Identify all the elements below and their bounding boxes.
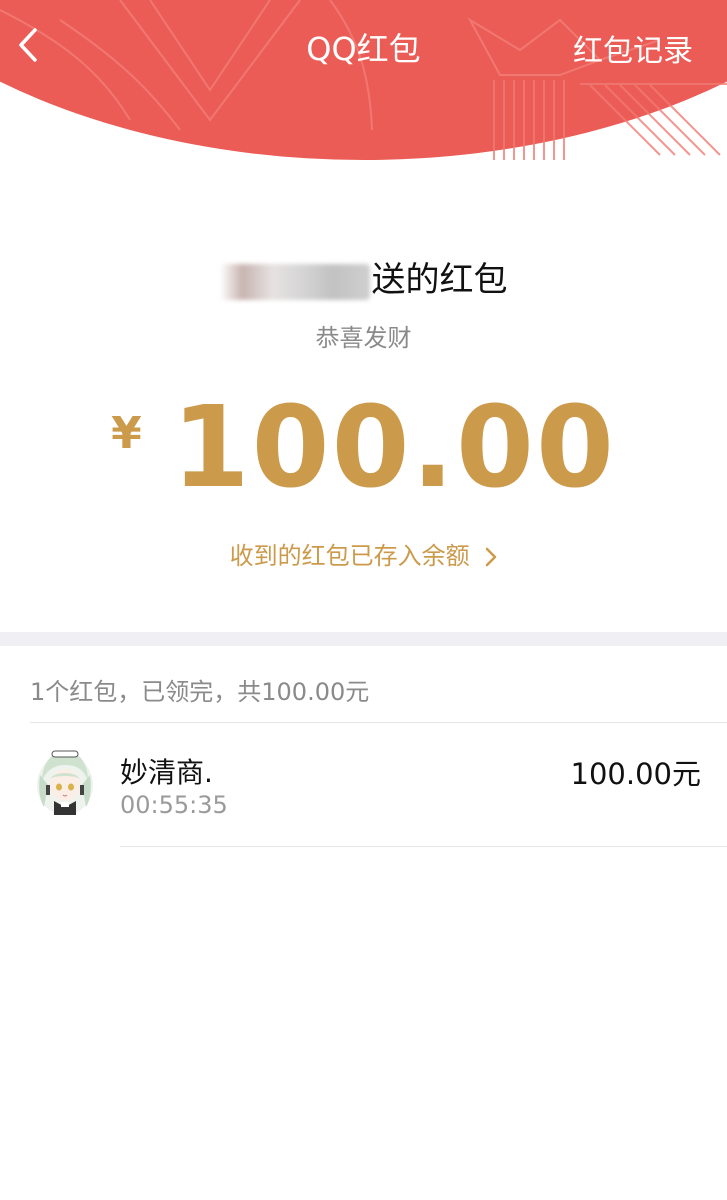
claimer-name: 妙清商. xyxy=(120,756,213,789)
sender-name-blurred xyxy=(219,263,370,300)
currency-symbol: ¥ xyxy=(111,408,142,459)
sender-line: 送的红包 xyxy=(0,252,727,306)
section-separator xyxy=(0,632,727,646)
claim-amount: 100.00元 xyxy=(570,757,701,791)
claim-row[interactable]: 妙清商. 00:55:35 100.00元 xyxy=(0,723,727,847)
divider xyxy=(120,846,727,847)
chevron-right-icon xyxy=(486,547,497,567)
sender-suffix: 送的红包 xyxy=(371,260,508,300)
balance-deposit-link[interactable]: 收到的红包已存入余额 xyxy=(0,536,727,571)
claim-summary: 1个红包，已领完，共100.00元 xyxy=(30,678,370,706)
deposit-note: 收到的红包已存入余额 xyxy=(229,542,470,570)
header-banner: QQ红包 红包记录 xyxy=(0,0,727,160)
claim-time: 00:55:35 xyxy=(120,791,228,819)
red-packet-records-button[interactable]: 红包记录 xyxy=(573,26,693,70)
anime-avatar-icon xyxy=(37,750,93,815)
received-amount: 100.00 xyxy=(171,383,616,513)
amount-display: ¥100.00 xyxy=(0,392,727,504)
greeting-text: 恭喜发财 xyxy=(315,324,412,352)
